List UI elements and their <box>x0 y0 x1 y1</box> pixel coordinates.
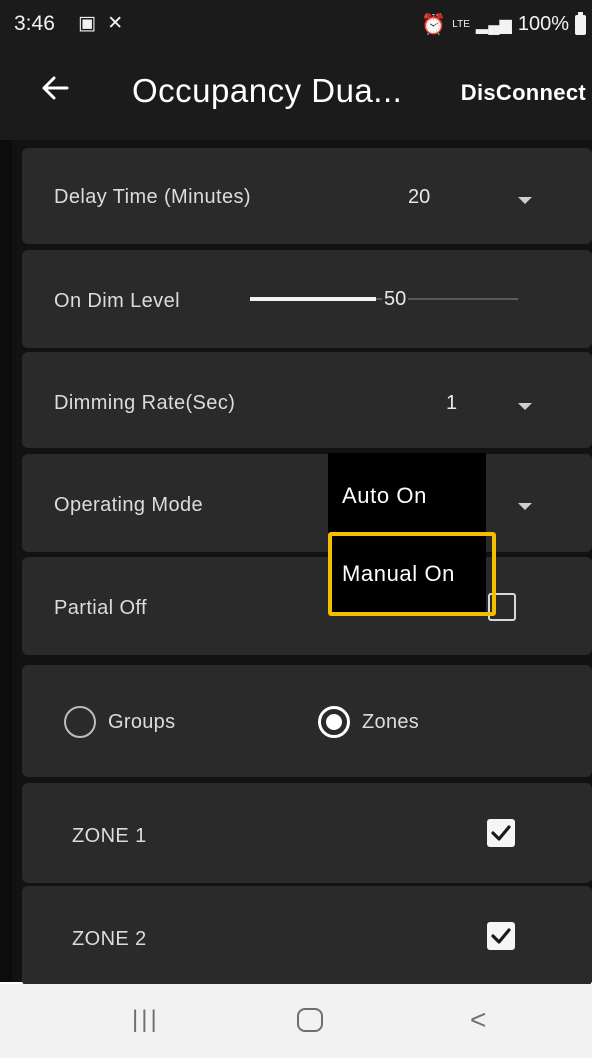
alarm-icon: ⏰ <box>421 14 447 36</box>
dimming-rate-row[interactable]: Dimming Rate(Sec) 1 <box>22 352 592 448</box>
groups-radio-label[interactable]: Groups <box>108 711 175 734</box>
dim-level-value[interactable]: 50 <box>382 288 409 311</box>
phone-screen: 3:46 ▣ ✕ ⏰ LTE ▂▄▆ 100% Occupancy Dua...… <box>0 0 592 1058</box>
status-time: 3:46 <box>14 12 55 35</box>
nav-back-button[interactable]: < <box>470 1004 486 1036</box>
zones-radio-label[interactable]: Zones <box>362 711 419 734</box>
groups-radio[interactable] <box>64 706 96 738</box>
dropdown-option-auto-on[interactable]: Auto On <box>342 483 427 509</box>
zone-checkbox[interactable] <box>487 819 515 847</box>
app-bar: Occupancy Dua... DisConnect <box>0 44 592 140</box>
operating-mode-row[interactable]: Operating Mode <box>22 454 592 552</box>
lte-icon: LTE <box>452 18 470 30</box>
battery-icon <box>575 11 586 35</box>
dimming-rate-label: Dimming Rate(Sec) <box>54 392 236 414</box>
zone-label: ZONE 1 <box>72 825 147 847</box>
dimming-rate-value[interactable]: 1 <box>446 392 457 415</box>
missed-call-icon: ✕ <box>107 13 124 34</box>
highlight-box <box>328 532 496 616</box>
zone-label: ZONE 2 <box>72 928 147 950</box>
chevron-down-icon[interactable] <box>518 197 532 204</box>
operating-mode-label: Operating Mode <box>54 494 204 516</box>
on-dim-level-label: On Dim Level <box>54 290 180 312</box>
status-right: ⏰ LTE ▂▄▆ 100% <box>421 11 586 37</box>
recents-button[interactable]: ||| <box>132 1006 160 1034</box>
signal-icon: ▂▄▆ <box>475 16 512 34</box>
partial-off-label: Partial Off <box>54 597 147 619</box>
gallery-icon: ▣ <box>78 13 96 34</box>
zone-row: ZONE 1 <box>22 783 592 883</box>
left-gutter <box>0 140 12 982</box>
battery-percent: 100% <box>517 13 569 35</box>
delay-time-value[interactable]: 20 <box>408 186 430 209</box>
status-bar: 3:46 ▣ ✕ ⏰ LTE ▂▄▆ 100% <box>0 0 592 44</box>
delay-time-label: Delay Time (Minutes) <box>54 186 251 208</box>
partial-off-row: Partial Off <box>22 557 592 655</box>
zones-radio[interactable] <box>318 706 350 738</box>
page-title: Occupancy Dua... <box>132 72 403 109</box>
disconnect-button[interactable]: DisConnect <box>461 80 586 106</box>
arrow-left-icon <box>42 76 69 100</box>
delay-time-row[interactable]: Delay Time (Minutes) 20 <box>22 148 592 244</box>
navigation-bar: ||| < <box>0 984 592 1058</box>
group-zone-selector: Groups Zones <box>22 665 592 777</box>
slider-fill <box>250 297 376 301</box>
zone-row: ZONE 2 <box>22 886 592 986</box>
back-button[interactable] <box>40 72 80 112</box>
checkmark-icon <box>491 928 511 944</box>
settings-list: Delay Time (Minutes) 20 On Dim Level 50 … <box>0 140 592 986</box>
notification-icons: ▣ ✕ <box>78 12 123 35</box>
chevron-down-icon[interactable] <box>518 403 532 410</box>
zone-checkbox[interactable] <box>487 922 515 950</box>
home-button[interactable] <box>297 1008 323 1032</box>
checkmark-icon <box>491 825 511 841</box>
chevron-down-icon[interactable] <box>518 503 532 510</box>
